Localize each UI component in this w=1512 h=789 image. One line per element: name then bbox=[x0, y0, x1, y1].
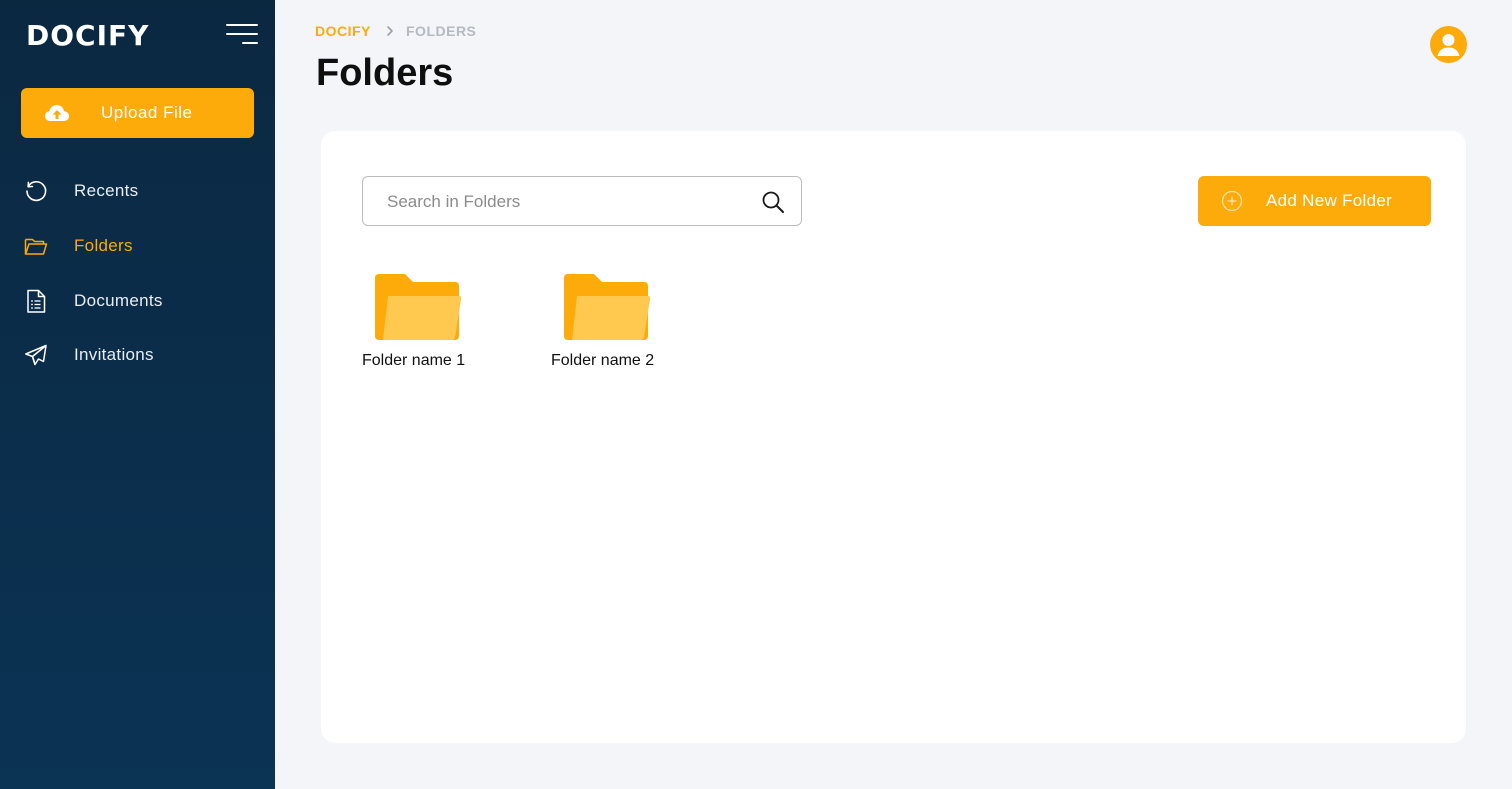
breadcrumb-current: FOLDERS bbox=[406, 23, 477, 39]
upload-file-label: Upload File bbox=[101, 103, 193, 122]
sidebar-item-label: Documents bbox=[74, 291, 163, 310]
plus-circle-icon bbox=[1221, 190, 1243, 212]
cloud-upload-icon bbox=[45, 105, 69, 121]
document-icon bbox=[27, 289, 46, 313]
sidebar-item-documents[interactable]: Documents bbox=[0, 281, 275, 321]
history-icon bbox=[26, 180, 47, 202]
folders-panel: Add New Folder Folder name 1 Folder name… bbox=[321, 131, 1466, 743]
search-box bbox=[362, 176, 802, 226]
sidebar: DOCIFY Upload File Recents Folders Docum… bbox=[0, 0, 275, 789]
breadcrumb-root-link[interactable]: DOCIFY bbox=[315, 23, 371, 39]
sidebar-item-label: Folders bbox=[74, 236, 133, 255]
add-new-folder-button[interactable]: Add New Folder bbox=[1198, 176, 1431, 226]
sidebar-item-folders[interactable]: Folders bbox=[0, 226, 275, 266]
search-input[interactable] bbox=[387, 189, 747, 215]
folder-icon bbox=[375, 274, 461, 340]
folder-icon bbox=[24, 238, 48, 255]
page-title: Folders bbox=[316, 52, 454, 94]
hamburger-menu-icon[interactable] bbox=[224, 22, 258, 48]
upload-file-button[interactable]: Upload File bbox=[21, 88, 254, 138]
paper-plane-icon bbox=[25, 344, 47, 366]
sidebar-item-label: Recents bbox=[74, 181, 139, 200]
sidebar-item-invitations[interactable]: Invitations bbox=[0, 335, 275, 375]
folder-icon bbox=[564, 274, 650, 340]
folder-name: Folder name 2 bbox=[551, 352, 655, 369]
sidebar-item-label: Invitations bbox=[74, 345, 154, 364]
sidebar-item-recents[interactable]: Recents bbox=[0, 171, 275, 211]
chevron-right-icon bbox=[387, 26, 393, 36]
add-new-folder-label: Add New Folder bbox=[1266, 191, 1393, 210]
folder-item[interactable]: Folder name 2 bbox=[551, 272, 681, 377]
folder-item[interactable]: Folder name 1 bbox=[362, 272, 492, 377]
search-icon[interactable] bbox=[761, 190, 785, 214]
folder-name: Folder name 1 bbox=[362, 352, 466, 369]
app-logo[interactable]: DOCIFY bbox=[26, 19, 149, 52]
user-avatar-icon[interactable] bbox=[1430, 26, 1467, 63]
app-root: DOCIFY Upload File Recents Folders Docum… bbox=[0, 0, 1512, 789]
user-silhouette-icon bbox=[1437, 34, 1460, 56]
